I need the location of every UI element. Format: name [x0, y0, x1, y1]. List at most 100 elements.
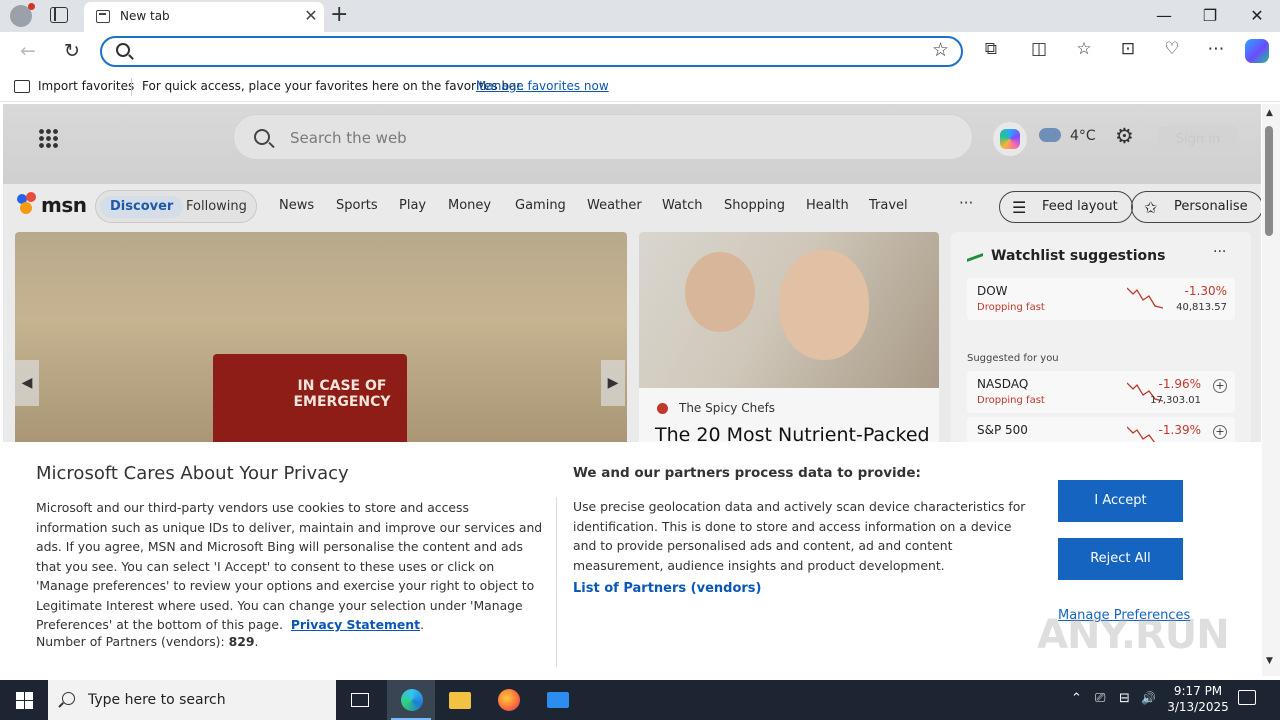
copilot-icon[interactable]: [1245, 39, 1269, 63]
scrollbar-thumb[interactable]: [1265, 126, 1273, 236]
stock-name: DOW: [977, 284, 1008, 298]
nav-link-shopping[interactable]: Shopping: [724, 198, 785, 213]
restore-button[interactable]: ❐: [1198, 6, 1222, 25]
tab-strip: New tab ✕ + — ❐ ✕: [0, 0, 1280, 32]
add-to-watchlist-button[interactable]: +: [1213, 425, 1227, 439]
partners-list-link[interactable]: List of Partners (vendors): [573, 581, 761, 596]
partners-count-line: Number of Partners (vendors): 829.: [36, 634, 259, 649]
nav-link-health[interactable]: Health: [806, 198, 849, 213]
show-hidden-icons-chevron-icon[interactable]: ⌃: [1071, 691, 1082, 706]
manage-favorites-link[interactable]: Manage favorites now: [476, 79, 609, 93]
watchlist-more-icon[interactable]: ···: [1213, 244, 1226, 260]
weather-temperature[interactable]: 4°C: [1070, 128, 1096, 144]
taskbar-edge-icon[interactable]: [387, 680, 435, 720]
nav-link-play[interactable]: Play: [399, 198, 426, 213]
msn-logo-icon[interactable]: [17, 192, 37, 214]
tab-actions-icon[interactable]: [50, 7, 68, 23]
nav-link-news[interactable]: News: [279, 198, 314, 213]
source-logo-icon: [657, 403, 668, 414]
feed-mode-toggle: Discover Following: [95, 190, 257, 223]
gear-icon[interactable]: ⚙: [1115, 124, 1134, 148]
taskbar-search-box[interactable]: Type here to search: [48, 680, 336, 720]
tab-title: New tab: [120, 9, 170, 23]
nav-link-watch[interactable]: Watch: [662, 198, 702, 213]
copilot-icon[interactable]: [993, 122, 1027, 156]
address-bar[interactable]: ☆: [100, 36, 963, 67]
weather-cloud-icon[interactable]: [1039, 128, 1061, 142]
feed-layout-button[interactable]: ☰ Feed layout: [999, 191, 1133, 223]
apps-grid-icon[interactable]: [38, 128, 58, 148]
network-icon[interactable]: ⊟: [1119, 691, 1130, 706]
stock-row[interactable]: DOW Dropping fast -1.30% 40,813.57: [967, 278, 1235, 320]
browser-essentials-icon[interactable]: ♡: [1158, 39, 1186, 59]
settings-more-icon[interactable]: ⋯: [1202, 39, 1230, 59]
add-favorite-star-icon[interactable]: ☆: [932, 39, 949, 61]
web-search-placeholder: Search the web: [290, 129, 407, 147]
privacy-statement-link[interactable]: Privacy Statement: [291, 617, 420, 632]
taskbar-app-icon[interactable]: [533, 680, 581, 720]
edge-logo-icon: [401, 689, 423, 711]
taskbar-firefox-icon[interactable]: [484, 680, 532, 720]
collections-icon[interactable]: ⊡: [1114, 39, 1142, 59]
import-favorites-icon[interactable]: [14, 80, 30, 93]
import-favorites-button[interactable]: Import favorites: [38, 79, 134, 93]
nav-link-gaming[interactable]: Gaming: [515, 198, 566, 213]
stock-row[interactable]: NASDAQ Dropping fast -1.96% 17,303.01 +: [967, 371, 1235, 413]
stock-status: Dropping fast: [977, 302, 1045, 313]
nav-link-weather[interactable]: Weather: [587, 198, 642, 213]
accept-button[interactable]: I Accept: [1058, 480, 1183, 522]
task-view-glyph: [351, 693, 369, 707]
minimize-button[interactable]: —: [1152, 6, 1176, 25]
task-view-icon[interactable]: [336, 680, 384, 720]
page-scrollbar[interactable]: ▲ ▼: [1262, 104, 1280, 676]
extensions-icon[interactable]: ⧉: [977, 39, 1005, 59]
taskbar-file-explorer-icon[interactable]: [435, 680, 483, 720]
refresh-button[interactable]: ↻: [59, 40, 85, 62]
sign-in-button[interactable]: Sign in: [1158, 126, 1238, 154]
nav-link-sports[interactable]: Sports: [336, 198, 378, 213]
reject-all-button[interactable]: Reject All: [1058, 538, 1183, 580]
windows-start-icon[interactable]: [16, 692, 33, 709]
article-photo: [639, 232, 939, 388]
split-screen-icon[interactable]: ◫: [1025, 39, 1053, 59]
hero-carousel[interactable]: IN CASE OF EMERGENCY ◀ ▶: [15, 232, 627, 447]
tab-following[interactable]: Following: [176, 196, 257, 218]
article-card[interactable]: The Spicy Chefs The 20 Most Nutrient-Pac…: [639, 232, 939, 447]
nav-link-money[interactable]: Money: [448, 198, 491, 213]
scroll-down-arrow-icon[interactable]: ▼: [1266, 656, 1273, 666]
nav-link-travel[interactable]: Travel: [869, 198, 908, 213]
feed-layout-label: Feed layout: [1042, 199, 1118, 214]
stock-change: -1.30%: [1184, 284, 1227, 298]
personalise-button[interactable]: ✩ Personalise: [1131, 191, 1261, 223]
add-to-watchlist-button[interactable]: +: [1213, 379, 1227, 393]
favorites-icon[interactable]: ☆: [1070, 39, 1098, 59]
watchlist-title[interactable]: Watchlist suggestions: [991, 248, 1165, 264]
stock-value: 40,813.57: [1176, 302, 1227, 313]
privacy-consent-banner: Microsoft Cares About Your Privacy Micro…: [3, 442, 1261, 676]
carousel-prev-button[interactable]: ◀: [15, 360, 39, 406]
new-tab-button[interactable]: +: [330, 2, 348, 27]
privacy-title: Microsoft Cares About Your Privacy: [36, 463, 349, 484]
meet-now-icon[interactable]: ⎚: [1095, 691, 1105, 706]
msn-brand[interactable]: msn: [41, 193, 87, 217]
anyrun-watermark: ANY.RUN: [1037, 612, 1230, 658]
star-sparkle-icon: ✩: [1144, 198, 1158, 217]
close-window-button[interactable]: ✕: [1245, 6, 1269, 25]
tab-new-tab[interactable]: New tab ✕: [84, 2, 324, 32]
web-search-box[interactable]: Search the web: [233, 114, 973, 160]
tab-close-button[interactable]: ✕: [301, 6, 321, 25]
profile-avatar[interactable]: [10, 3, 35, 27]
favorites-bar-message: For quick access, place your favorites h…: [142, 79, 525, 93]
back-button[interactable]: ←: [15, 40, 41, 62]
partners-label: Number of Partners (vendors):: [36, 634, 225, 649]
volume-icon[interactable]: 🔊: [1141, 691, 1156, 705]
search-icon: [62, 692, 75, 705]
tab-discover[interactable]: Discover: [100, 196, 184, 218]
taskbar-clock[interactable]: 9:17 PM 3/13/2025: [1162, 683, 1234, 715]
notifications-icon[interactable]: [1238, 690, 1256, 705]
stock-change: -1.96%: [1158, 377, 1201, 391]
stock-change: -1.39%: [1158, 423, 1201, 437]
scroll-up-arrow-icon[interactable]: ▲: [1266, 108, 1273, 118]
carousel-next-button[interactable]: ▶: [601, 360, 625, 406]
more-nav-links-icon[interactable]: ···: [959, 194, 973, 212]
